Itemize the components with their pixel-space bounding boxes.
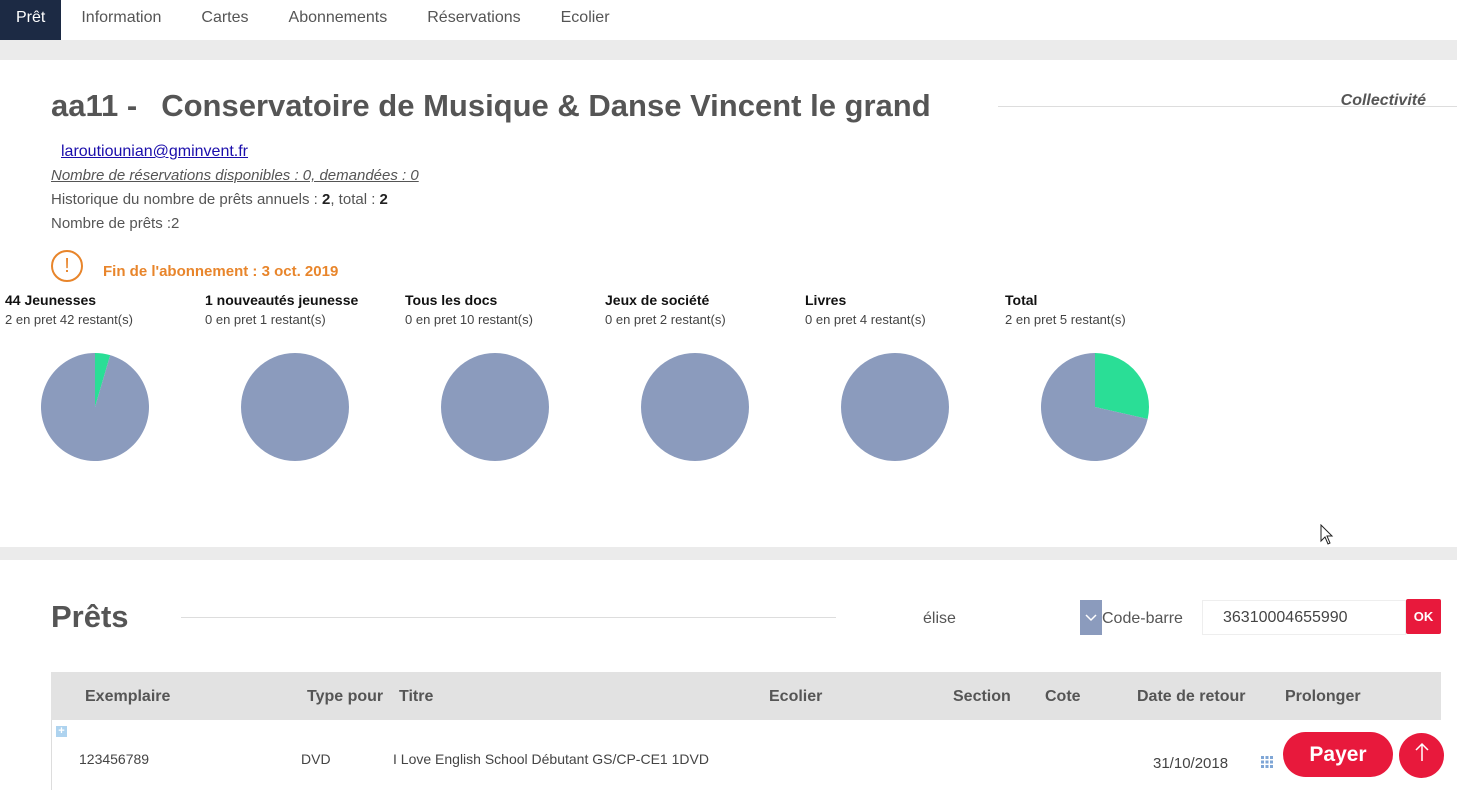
pie-slice-restant bbox=[241, 353, 349, 461]
current-user: élise bbox=[923, 610, 956, 627]
chevron-down-icon bbox=[1085, 614, 1097, 622]
tab-abonnements[interactable]: Abonnements bbox=[269, 0, 408, 40]
cell-exemplaire: 123456789 bbox=[79, 751, 150, 767]
pie-slice-restant bbox=[841, 353, 949, 461]
pay-button[interactable]: Payer bbox=[1283, 732, 1393, 777]
pie-chart bbox=[641, 353, 749, 461]
ok-button[interactable]: OK bbox=[1406, 599, 1441, 634]
col-section[interactable]: Section bbox=[953, 688, 1011, 706]
patron-email-link[interactable]: laroutiounian@gminvent.fr bbox=[61, 143, 248, 161]
loan-history-total: 2 bbox=[379, 191, 388, 208]
quota-chart: Jeux de société 0 en pret 2 restant(s) bbox=[605, 292, 805, 472]
arrow-up-icon bbox=[1414, 742, 1429, 761]
loan-history: Historique du nombre de prêts annuels : … bbox=[51, 191, 388, 208]
loans-title: Prêts bbox=[51, 599, 129, 634]
chart-title: Jeux de société bbox=[605, 292, 710, 308]
col-date-retour[interactable]: Date de retour bbox=[1137, 688, 1245, 706]
loans-panel: Prêts élise Code-barre OK Exemplaire Typ… bbox=[0, 560, 1457, 790]
chart-subtitle: 0 en pret 10 restant(s) bbox=[405, 312, 533, 327]
warning-icon: ! bbox=[51, 250, 83, 282]
col-ecolier[interactable]: Ecolier bbox=[769, 688, 822, 706]
tab-ecolier[interactable]: Ecolier bbox=[541, 0, 630, 40]
tab-information[interactable]: Information bbox=[61, 0, 181, 40]
loans-divider bbox=[181, 617, 836, 618]
chart-subtitle: 0 en pret 1 restant(s) bbox=[205, 312, 326, 327]
quota-chart: Tous les docs 0 en pret 10 restant(s) bbox=[405, 292, 605, 472]
expand-row-icon[interactable]: + bbox=[56, 726, 67, 737]
pie-chart bbox=[41, 353, 149, 461]
mode-dropdown-button[interactable] bbox=[1080, 600, 1102, 635]
cell-titre: I Love English School Débutant GS/CP-CE1… bbox=[393, 751, 709, 767]
patron-panel: aa11 - Conservatoire de Musique & Danse V… bbox=[0, 60, 1457, 547]
loans-table-header: Exemplaire Type pour Titre Ecolier Secti… bbox=[51, 672, 1441, 720]
quota-chart: 44 Jeunesses 2 en pret 42 restant(s) bbox=[5, 292, 205, 472]
tab-reservations[interactable]: Réservations bbox=[407, 0, 540, 40]
pie-chart bbox=[1041, 353, 1149, 461]
quota-chart: Total 2 en pret 5 restant(s) bbox=[1005, 292, 1205, 472]
chart-title: Total bbox=[1005, 292, 1038, 308]
pie-chart bbox=[441, 353, 549, 461]
col-exemplaire[interactable]: Exemplaire bbox=[85, 688, 170, 706]
col-prolonger[interactable]: Prolonger bbox=[1285, 688, 1361, 706]
col-cote[interactable]: Cote bbox=[1045, 688, 1081, 706]
patron-title: aa11 - Conservatoire de Musique & Danse V… bbox=[51, 88, 931, 124]
tab-cartes[interactable]: Cartes bbox=[181, 0, 268, 40]
barcode-input[interactable] bbox=[1202, 600, 1406, 635]
loan-history-label: Historique du nombre de prêts annuels : bbox=[51, 191, 322, 208]
subscription-end-warning: Fin de l'abonnement : 3 oct. 2019 bbox=[103, 263, 339, 280]
pie-slice-restant bbox=[641, 353, 749, 461]
calendar-icon[interactable] bbox=[1261, 756, 1273, 768]
chart-subtitle: 0 en pret 2 restant(s) bbox=[605, 312, 726, 327]
pie-slice-restant bbox=[441, 353, 549, 461]
patron-type: Collectivité bbox=[1340, 92, 1426, 109]
reservations-info[interactable]: Nombre de réservations disponibles : 0, … bbox=[51, 167, 419, 184]
patron-name: Conservatoire de Musique & Danse Vincent… bbox=[161, 88, 931, 123]
col-type[interactable]: Type pour bbox=[307, 688, 383, 706]
cell-date-retour: 31/10/2018 bbox=[1153, 755, 1229, 772]
pie-chart bbox=[841, 353, 949, 461]
quota-chart: 1 nouveautés jeunesse 0 en pret 1 restant… bbox=[205, 292, 405, 472]
pie-chart bbox=[241, 353, 349, 461]
loans-count: Nombre de prêts :2 bbox=[51, 215, 180, 232]
mode-label: Code-barre bbox=[1102, 610, 1183, 627]
chart-title: 44 Jeunesses bbox=[5, 292, 97, 308]
chart-subtitle: 2 en pret 5 restant(s) bbox=[1005, 312, 1126, 327]
table-row: + 123456789 DVD I Love English School Dé… bbox=[51, 720, 1441, 790]
cell-type: DVD bbox=[301, 751, 331, 767]
chart-title: Tous les docs bbox=[405, 292, 498, 308]
chart-subtitle: 2 en pret 42 restant(s) bbox=[5, 312, 133, 327]
mouse-cursor-icon bbox=[1320, 524, 1334, 545]
loan-history-sep: , total : bbox=[330, 191, 380, 208]
chart-title: Livres bbox=[805, 292, 847, 308]
chart-title: 1 nouveautés jeunesse bbox=[205, 292, 359, 308]
tab-pret[interactable]: Prêt bbox=[0, 0, 62, 40]
scroll-top-button[interactable] bbox=[1399, 733, 1444, 778]
patron-code: aa11 - bbox=[51, 88, 138, 123]
chart-subtitle: 0 en pret 4 restant(s) bbox=[805, 312, 926, 327]
col-titre[interactable]: Titre bbox=[399, 688, 433, 706]
tab-bar: Prêt Information Cartes Abonnements Rése… bbox=[0, 0, 1457, 40]
pie-slice-restant bbox=[41, 353, 149, 461]
quota-chart: Livres 0 en pret 4 restant(s) bbox=[805, 292, 1005, 472]
